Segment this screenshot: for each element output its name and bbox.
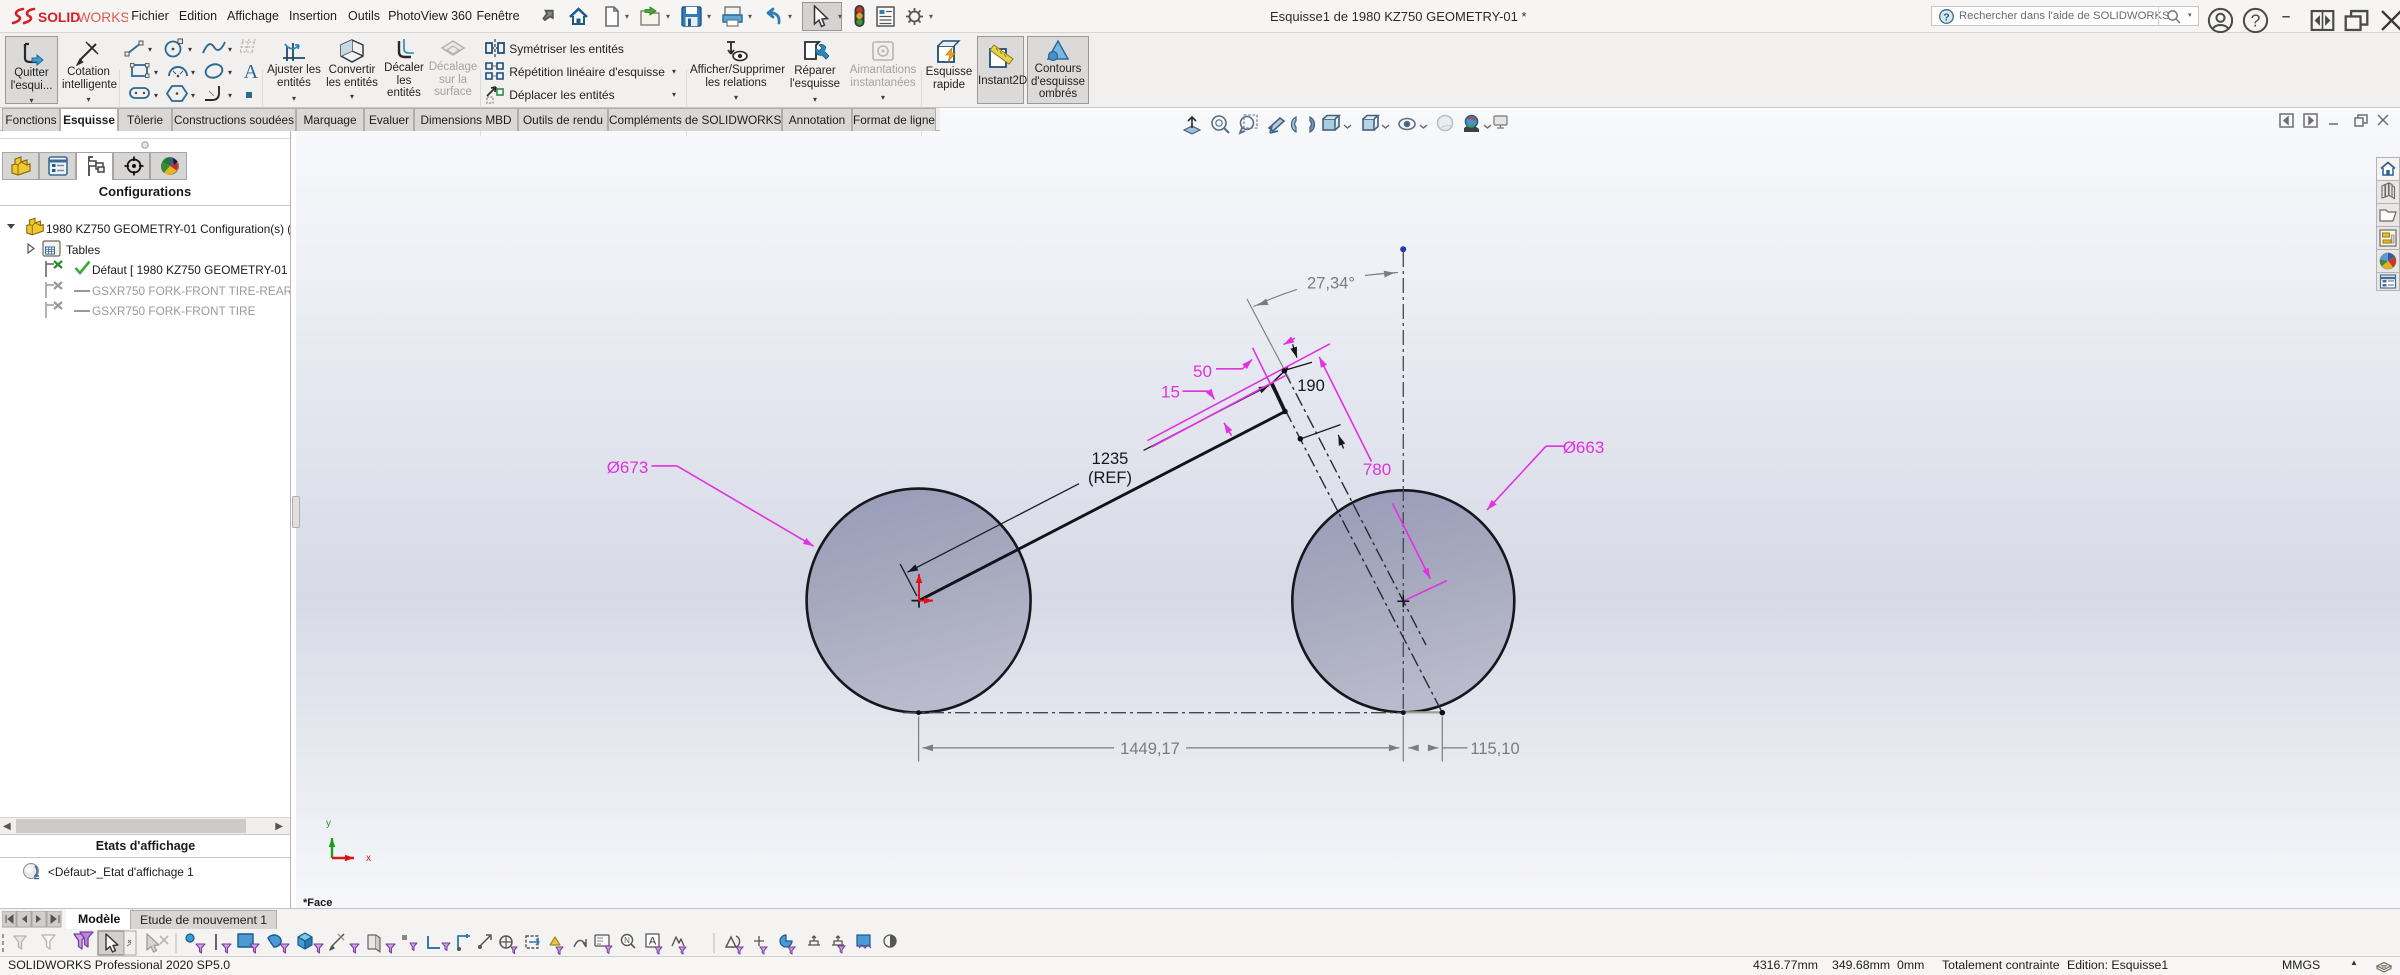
svg-text:N: N <box>624 936 630 945</box>
svg-text:1235: 1235 <box>1092 450 1129 468</box>
svg-text:50: 50 <box>1193 362 1212 381</box>
svg-text:190: 190 <box>1297 377 1325 395</box>
svg-text:A: A <box>244 61 259 82</box>
svg-text:*Face: *Face <box>303 897 332 908</box>
svg-text:Ø663: Ø663 <box>1563 438 1605 457</box>
svg-text:Ø673: Ø673 <box>607 458 649 477</box>
svg-text:?: ? <box>2251 11 2261 31</box>
svg-text:780: 780 <box>1363 460 1391 479</box>
svg-text:15: 15 <box>1161 383 1180 402</box>
svg-text:115,10: 115,10 <box>1470 740 1519 758</box>
svg-text:x: x <box>366 853 371 864</box>
svg-text:?: ? <box>1943 12 1949 24</box>
svg-text:27,34°: 27,34° <box>1307 275 1355 293</box>
svg-text:A: A <box>649 936 657 948</box>
svg-text:1449,17: 1449,17 <box>1120 740 1180 758</box>
svg-text:(REF): (REF) <box>1088 469 1132 487</box>
svg-text:y: y <box>326 818 331 829</box>
